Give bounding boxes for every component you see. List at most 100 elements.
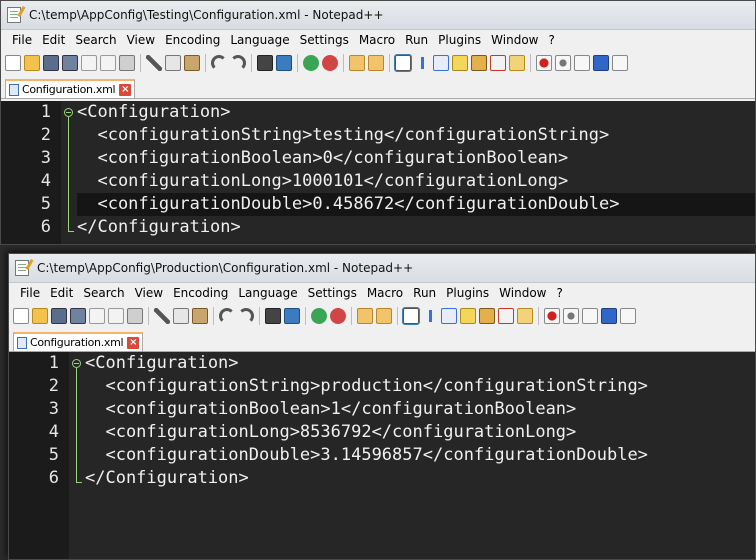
- menu-edit[interactable]: Edit: [37, 33, 70, 47]
- undo-icon[interactable]: [211, 55, 227, 71]
- file-tab-icon: [9, 83, 19, 96]
- menu-edit[interactable]: Edit: [45, 286, 78, 300]
- show-all-chars-icon[interactable]: [414, 55, 430, 71]
- sync-horizontal-icon[interactable]: [368, 55, 384, 71]
- close-icon[interactable]: [81, 55, 97, 71]
- stop-record-icon[interactable]: [563, 308, 579, 324]
- menu-window[interactable]: Window: [494, 286, 551, 300]
- indent-guide-icon[interactable]: [433, 55, 449, 71]
- menu-view[interactable]: View: [122, 33, 160, 47]
- folder-workspace-icon[interactable]: [517, 308, 533, 324]
- menu-plugins[interactable]: Plugins: [433, 33, 486, 47]
- menu-encoding[interactable]: Encoding: [168, 286, 233, 300]
- open-file-icon[interactable]: [24, 55, 40, 71]
- menu-search[interactable]: Search: [70, 33, 121, 47]
- record-macro-icon[interactable]: [544, 308, 560, 324]
- redo-icon[interactable]: [238, 308, 254, 324]
- fold-collapse-icon[interactable]: [64, 108, 73, 117]
- close-all-icon[interactable]: [100, 55, 116, 71]
- zoom-in-icon[interactable]: [303, 55, 319, 71]
- menu-macro[interactable]: Macro: [362, 286, 408, 300]
- save-icon[interactable]: [43, 55, 59, 71]
- menu-settings[interactable]: Settings: [303, 286, 362, 300]
- new-file-icon[interactable]: [13, 308, 29, 324]
- editor-area[interactable]: 1 2 3 4 5 6 <Configuration> <configurati…: [1, 101, 755, 244]
- function-list-icon[interactable]: [490, 55, 506, 71]
- menu-plugins[interactable]: Plugins: [441, 286, 494, 300]
- line-number: 5: [40, 194, 51, 214]
- save-all-icon[interactable]: [70, 308, 86, 324]
- find-icon[interactable]: [257, 55, 273, 71]
- word-wrap-icon[interactable]: [402, 307, 420, 325]
- menu-view[interactable]: View: [130, 286, 168, 300]
- paste-icon[interactable]: [192, 308, 208, 324]
- close-all-icon[interactable]: [108, 308, 124, 324]
- doc-map-icon[interactable]: [479, 308, 495, 324]
- record-macro-icon[interactable]: [536, 55, 552, 71]
- menu-language[interactable]: Language: [233, 286, 302, 300]
- play-macro-icon[interactable]: [574, 55, 590, 71]
- menu-file[interactable]: File: [7, 33, 37, 47]
- close-icon[interactable]: [89, 308, 105, 324]
- word-wrap-icon[interactable]: [394, 54, 412, 72]
- tab-close-icon[interactable]: ×: [127, 336, 140, 349]
- code-line-current: <configurationDouble>0.458672</configura…: [77, 193, 755, 216]
- sync-vertical-icon[interactable]: [349, 55, 365, 71]
- tab-configuration-xml[interactable]: Configuration.xml ×: [13, 332, 144, 351]
- line-number: 6: [40, 217, 51, 237]
- copy-icon[interactable]: [173, 308, 189, 324]
- doc-map-icon[interactable]: [471, 55, 487, 71]
- copy-icon[interactable]: [165, 55, 181, 71]
- user-language-icon[interactable]: [452, 55, 468, 71]
- undo-icon[interactable]: [219, 308, 235, 324]
- code-text[interactable]: <Configuration> <configurationString>tes…: [77, 101, 755, 244]
- replace-icon[interactable]: [284, 308, 300, 324]
- save-icon[interactable]: [51, 308, 67, 324]
- zoom-out-icon[interactable]: [330, 308, 346, 324]
- menu-run[interactable]: Run: [400, 33, 433, 47]
- sync-vertical-icon[interactable]: [357, 308, 373, 324]
- paste-icon[interactable]: [184, 55, 200, 71]
- menu-help[interactable]: ?: [543, 33, 559, 47]
- sync-horizontal-icon[interactable]: [376, 308, 392, 324]
- stop-record-icon[interactable]: [555, 55, 571, 71]
- tab-close-icon[interactable]: ×: [119, 83, 132, 96]
- function-list-icon[interactable]: [498, 308, 514, 324]
- menu-settings[interactable]: Settings: [295, 33, 354, 47]
- code-text[interactable]: <Configuration> <configurationString>pro…: [85, 352, 755, 559]
- menu-run[interactable]: Run: [408, 286, 441, 300]
- tab-configuration-xml[interactable]: Configuration.xml ×: [5, 79, 136, 98]
- menu-encoding[interactable]: Encoding: [160, 33, 225, 47]
- title-bar[interactable]: C:\temp\AppConfig\Testing\Configuration.…: [1, 1, 755, 30]
- run-macro-multiple-icon[interactable]: [593, 55, 609, 71]
- cut-icon[interactable]: [154, 308, 170, 324]
- cut-icon[interactable]: [146, 55, 162, 71]
- fold-collapse-icon[interactable]: [72, 359, 81, 368]
- zoom-in-icon[interactable]: [311, 308, 327, 324]
- indent-guide-icon[interactable]: [441, 308, 457, 324]
- zoom-out-icon[interactable]: [322, 55, 338, 71]
- play-macro-icon[interactable]: [582, 308, 598, 324]
- menu-help[interactable]: ?: [551, 286, 567, 300]
- editor-area[interactable]: 1 2 3 4 5 6 <Configuration> <configurati…: [9, 352, 755, 559]
- print-icon[interactable]: [119, 55, 135, 71]
- save-macro-icon[interactable]: [620, 308, 636, 324]
- open-file-icon[interactable]: [32, 308, 48, 324]
- run-macro-multiple-icon[interactable]: [601, 308, 617, 324]
- find-icon[interactable]: [265, 308, 281, 324]
- user-language-icon[interactable]: [460, 308, 476, 324]
- menu-search[interactable]: Search: [78, 286, 129, 300]
- redo-icon[interactable]: [230, 55, 246, 71]
- show-all-chars-icon[interactable]: [422, 308, 438, 324]
- menu-language[interactable]: Language: [225, 33, 294, 47]
- print-icon[interactable]: [127, 308, 143, 324]
- save-macro-icon[interactable]: [612, 55, 628, 71]
- menu-file[interactable]: File: [15, 286, 45, 300]
- menu-window[interactable]: Window: [486, 33, 543, 47]
- new-file-icon[interactable]: [5, 55, 21, 71]
- save-all-icon[interactable]: [62, 55, 78, 71]
- folder-workspace-icon[interactable]: [509, 55, 525, 71]
- replace-icon[interactable]: [276, 55, 292, 71]
- title-bar[interactable]: C:\temp\AppConfig\Production\Configurati…: [9, 254, 755, 283]
- menu-macro[interactable]: Macro: [354, 33, 400, 47]
